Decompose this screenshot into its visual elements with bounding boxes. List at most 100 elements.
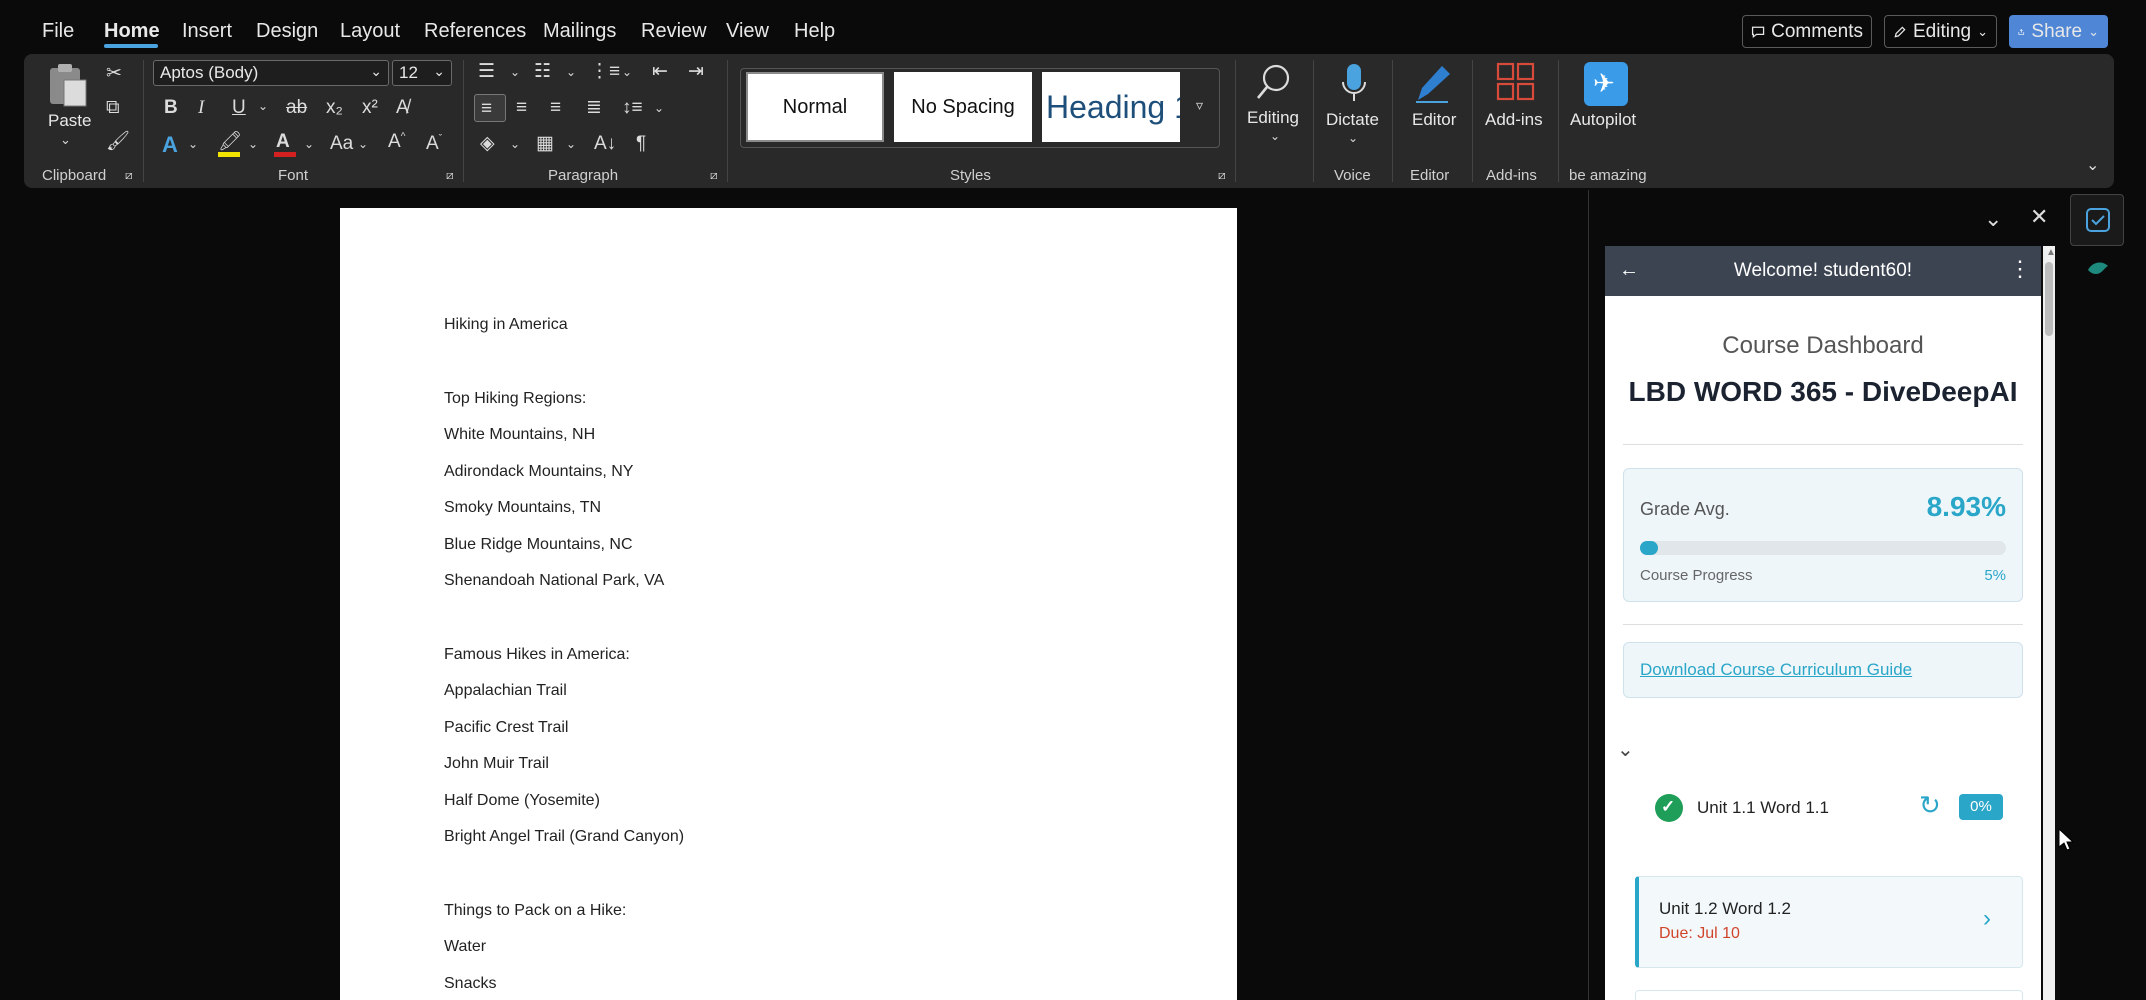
paragraph-group-label: Paragraph [548,167,619,184]
chevron-down-icon[interactable]: ⌄ [258,100,268,112]
dialog-launcher-icon[interactable]: ⧄ [446,169,454,181]
font-name-dropdown[interactable]: Aptos (Body) ⌄ [153,60,389,86]
dialog-launcher-icon[interactable]: ⧄ [125,169,133,181]
underline-icon[interactable]: U [232,98,246,117]
mouse-cursor-icon [2058,828,2074,851]
show-formatting-marks-icon[interactable]: ¶ [636,134,646,153]
airplane-icon: ✈ [1584,62,1628,106]
grow-font-icon[interactable]: A^ [388,132,405,151]
chevron-down-icon[interactable]: ⌄ [248,138,258,150]
editor-pen-icon [1416,66,1450,103]
decrease-indent-icon[interactable]: ⇤ [652,62,668,81]
strikethrough-icon[interactable]: ab [286,98,307,117]
share-label: Share [2031,20,2083,42]
chevron-down-icon[interactable]: ⌄ [622,66,632,78]
share-button[interactable]: Share ⌄ [2009,15,2108,48]
collapse-ribbon-icon[interactable]: ⌄ [2086,158,2099,174]
collapse-chevron-icon[interactable]: ⌄ [1617,740,1634,760]
retry-icon[interactable]: ↻ [1919,790,1941,821]
addin-scrollbar-thumb[interactable] [2045,262,2053,336]
numbering-icon[interactable]: ☷ [534,62,551,81]
multilevel-list-icon[interactable]: ⋮≡ [590,62,620,81]
chevron-down-icon[interactable]: ⌄ [60,133,71,146]
addin-logo-icon[interactable] [2086,260,2110,278]
text-effects-icon[interactable]: A [162,134,178,156]
autopilot-button[interactable]: ✈ Autopilot [1568,60,1644,140]
tab-insert[interactable]: Insert [182,20,232,43]
menu-bar: File Home Insert Design Layout Reference… [0,0,2146,54]
doc-line: Shenandoah National Park, VA [444,572,665,589]
italic-icon[interactable]: I [198,98,204,117]
grade-label: Grade Avg. [1640,499,1730,519]
align-right-icon[interactable]: ≡ [550,98,561,117]
bullets-icon[interactable]: ☰ [478,62,495,81]
more-options-icon[interactable]: ⋮ [2009,258,2031,280]
style-heading-1[interactable]: Heading 1 [1042,72,1180,142]
unit-1-2-card[interactable]: Unit 1.2 Word 1.2 Due: Jul 10 › [1635,876,2023,968]
copy-icon[interactable]: ⧉ [106,98,120,117]
format-painter-icon[interactable]: 🖌 [106,132,130,151]
align-left-button[interactable]: ≡ [474,94,506,122]
progress-value: 5% [1984,567,2006,584]
increase-indent-icon[interactable]: ⇥ [688,62,704,81]
download-curriculum-link[interactable]: Download Course Curriculum Guide [1640,660,1912,680]
doc-line: Top Hiking Regions: [444,390,587,407]
bold-icon[interactable]: B [164,98,178,117]
shrink-font-icon[interactable]: Aˇ [426,134,442,153]
close-icon[interactable]: ✕ [2030,206,2048,228]
editing-mode-button[interactable]: Editing ⌄ [1884,15,1997,48]
highlight-icon[interactable]: 🖍 [218,132,242,151]
clear-formatting-icon[interactable]: A̸ [396,98,409,117]
grade-value: 8.93% [1926,491,2006,522]
dialog-launcher-icon[interactable]: ⧄ [710,169,718,181]
line-spacing-icon[interactable]: ↕≡ [622,98,643,117]
shading-icon[interactable]: ◈ [480,134,495,153]
style-no-spacing[interactable]: No Spacing [894,72,1032,142]
tab-file[interactable]: File [42,20,74,43]
chevron-down-icon[interactable]: ⌄ [358,138,368,150]
check-circle-icon: ✓ [1655,794,1683,822]
comments-button[interactable]: Comments [1742,15,1872,48]
dialog-launcher-icon[interactable]: ⧄ [1218,169,1226,181]
addins-button[interactable]: Add-ins [1482,60,1550,140]
subscript-icon[interactable]: x₂ [326,98,343,117]
justify-icon[interactable]: ≣ [586,98,602,117]
tab-layout[interactable]: Layout [340,20,400,43]
tab-design[interactable]: Design [256,20,318,43]
change-case-button[interactable]: Aa [330,134,353,153]
editing-button[interactable]: Editing ⌄ [1244,60,1304,146]
chevron-down-icon[interactable]: ⌄ [654,102,664,114]
borders-icon[interactable]: ▦ [536,134,554,153]
font-color-icon[interactable]: A [276,132,290,151]
chevron-down-icon[interactable]: ⌄ [566,66,576,78]
chevron-right-icon: › [1983,905,1991,932]
chevron-down-icon[interactable]: ⌄ [510,138,520,150]
chevron-down-icon[interactable]: ⌄ [188,138,198,150]
cut-icon[interactable]: ✂ [106,64,122,83]
editor-button[interactable]: Editor [1404,60,1460,140]
tab-mailings[interactable]: Mailings [543,20,616,43]
addin-rail-active-button[interactable] [2070,194,2124,246]
chevron-down-icon[interactable]: ⌄ [510,66,520,78]
sort-icon[interactable]: A↓ [594,134,616,153]
scroll-up-arrow-icon[interactable]: ▲ [2046,248,2056,258]
addins-group-label: Add-ins [1486,167,1537,184]
chevron-down-icon[interactable]: ⌄ [566,138,576,150]
tab-references[interactable]: References [424,20,526,43]
pane-options-chevron-icon[interactable]: ⌄ [1984,208,2002,230]
styles-more-icon[interactable]: ▿ [1196,98,1203,112]
tab-review[interactable]: Review [641,20,707,43]
font-size-dropdown[interactable]: 12 ⌄ [392,60,452,86]
tab-help[interactable]: Help [794,20,835,43]
next-unit-card[interactable] [1635,990,2023,1000]
style-normal[interactable]: Normal [746,72,884,142]
dictate-button[interactable]: Dictate ⌄ [1322,60,1386,150]
unit-1-1-row[interactable]: ✓ Unit 1.1 Word 1.1 ↻ 0% [1635,774,2027,842]
tab-view[interactable]: View [726,20,769,43]
addin-scrollbar[interactable] [2043,246,2055,1000]
tab-home[interactable]: Home [104,20,160,43]
superscript-icon[interactable]: x² [362,98,378,117]
chevron-down-icon[interactable]: ⌄ [304,138,314,150]
font-name-value: Aptos (Body) [160,63,259,82]
align-center-icon[interactable]: ≡ [516,98,527,117]
